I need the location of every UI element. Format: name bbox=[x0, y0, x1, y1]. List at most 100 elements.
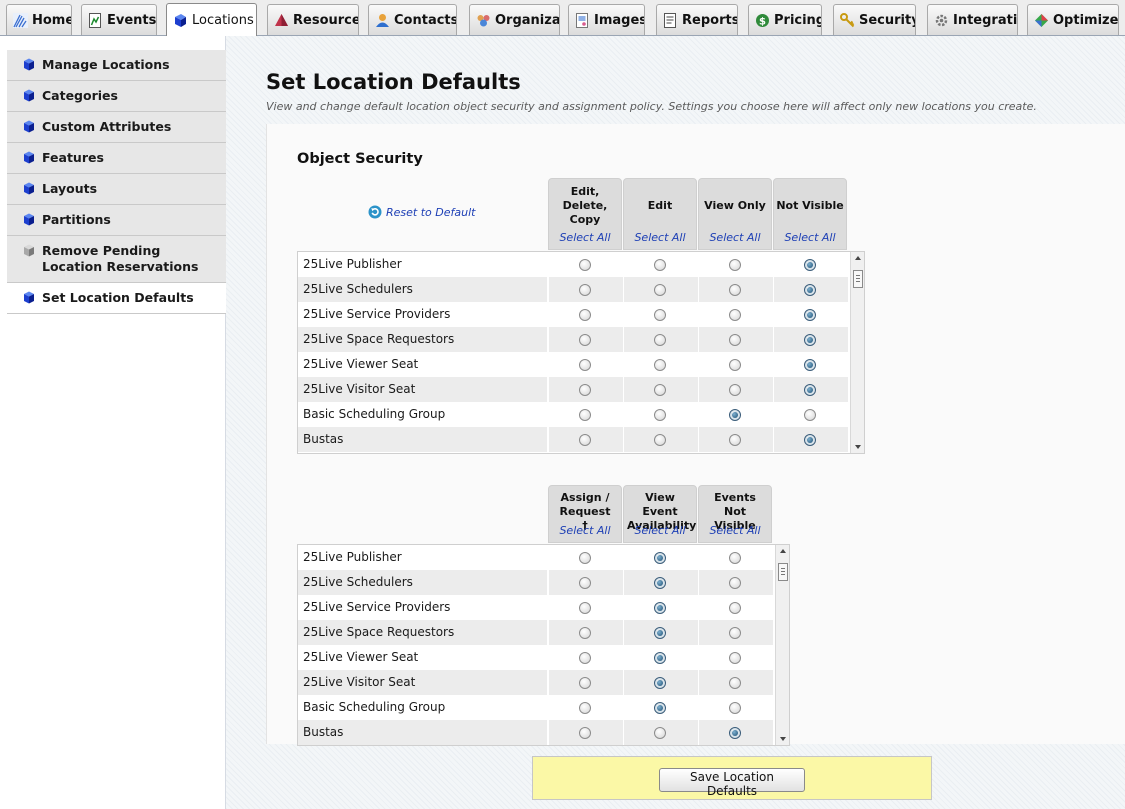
radio-edit[interactable] bbox=[654, 334, 666, 346]
radio-events-not-visible[interactable] bbox=[729, 727, 741, 739]
radio-edit-delete-copy[interactable] bbox=[579, 284, 591, 296]
radio-not-visible[interactable] bbox=[804, 359, 816, 371]
radio-view-event-availability[interactable] bbox=[654, 577, 666, 589]
radio-view-only[interactable] bbox=[729, 334, 741, 346]
sidebar-item-features[interactable]: Features bbox=[7, 143, 226, 174]
select-all-edit-delete-copy[interactable]: Select All bbox=[549, 231, 621, 244]
radio-events-not-visible[interactable] bbox=[729, 702, 741, 714]
radio-events-not-visible[interactable] bbox=[729, 627, 741, 639]
radio-not-visible[interactable] bbox=[804, 259, 816, 271]
cube-icon bbox=[24, 291, 34, 304]
radio-events-not-visible[interactable] bbox=[729, 652, 741, 664]
radio-edit[interactable] bbox=[654, 359, 666, 371]
tab-resources[interactable]: Resources bbox=[267, 4, 359, 35]
radio-view-only[interactable] bbox=[729, 384, 741, 396]
radio-assign-request[interactable] bbox=[579, 627, 591, 639]
radio-view-only[interactable] bbox=[729, 259, 741, 271]
radio-events-not-visible[interactable] bbox=[729, 552, 741, 564]
save-location-defaults-button[interactable]: Save Location Defaults bbox=[659, 768, 805, 798]
tab-events[interactable]: Events bbox=[81, 4, 157, 35]
scroll-down-arrow-icon[interactable] bbox=[780, 737, 786, 741]
sidebar-item-remove-pending-reservations[interactable]: Remove Pending Location Reservations bbox=[7, 236, 226, 283]
radio-not-visible[interactable] bbox=[804, 434, 816, 446]
scroll-down-arrow-icon[interactable] bbox=[855, 445, 861, 449]
radio-edit-delete-copy[interactable] bbox=[579, 434, 591, 446]
radio-assign-request[interactable] bbox=[579, 677, 591, 689]
radio-not-visible[interactable] bbox=[804, 409, 816, 421]
radio-edit-delete-copy[interactable] bbox=[579, 309, 591, 321]
object-security-scrollbar[interactable] bbox=[850, 252, 864, 453]
scroll-thumb[interactable] bbox=[853, 270, 863, 288]
radio-view-only[interactable] bbox=[729, 284, 741, 296]
col-assign-request: Assign / Request † Select All bbox=[548, 485, 622, 543]
tab-locations[interactable]: Locations bbox=[166, 3, 257, 36]
sidebar-item-layouts[interactable]: Layouts bbox=[7, 174, 226, 205]
radio-edit[interactable] bbox=[654, 284, 666, 296]
cube-icon bbox=[24, 213, 34, 226]
radio-events-not-visible[interactable] bbox=[729, 677, 741, 689]
radio-view-only[interactable] bbox=[729, 409, 741, 421]
select-all-events-not-visible[interactable]: Select All bbox=[699, 524, 771, 537]
radio-view-only[interactable] bbox=[729, 434, 741, 446]
tab-integration[interactable]: Integratio bbox=[927, 4, 1018, 35]
radio-edit[interactable] bbox=[654, 409, 666, 421]
radio-assign-request[interactable] bbox=[579, 702, 591, 714]
radio-not-visible[interactable] bbox=[804, 384, 816, 396]
select-all-assign-request[interactable]: Select All bbox=[549, 524, 621, 537]
radio-not-visible[interactable] bbox=[804, 309, 816, 321]
assignment-scrollbar[interactable] bbox=[775, 545, 789, 745]
radio-not-visible[interactable] bbox=[804, 284, 816, 296]
radio-events-not-visible[interactable] bbox=[729, 577, 741, 589]
sidebar-item-manage-locations[interactable]: Manage Locations bbox=[7, 50, 226, 81]
sidebar-item-partitions[interactable]: Partitions bbox=[7, 205, 226, 236]
tab-contacts[interactable]: Contacts bbox=[368, 4, 457, 35]
tab-images[interactable]: Images bbox=[568, 4, 645, 35]
tab-reports[interactable]: Reports bbox=[656, 4, 738, 35]
sidebar-item-set-location-defaults[interactable]: Set Location Defaults bbox=[7, 283, 226, 314]
radio-events-not-visible[interactable] bbox=[729, 602, 741, 614]
tab-organizations[interactable]: Organizati bbox=[469, 4, 560, 35]
radio-edit[interactable] bbox=[654, 259, 666, 271]
cube-icon bbox=[24, 58, 34, 71]
sidebar-item-custom-attributes[interactable]: Custom Attributes bbox=[7, 112, 226, 143]
radio-view-only[interactable] bbox=[729, 359, 741, 371]
radio-edit-delete-copy[interactable] bbox=[579, 384, 591, 396]
radio-assign-request[interactable] bbox=[579, 727, 591, 739]
radio-assign-request[interactable] bbox=[579, 577, 591, 589]
radio-assign-request[interactable] bbox=[579, 552, 591, 564]
tab-home[interactable]: Home bbox=[6, 4, 72, 35]
sidebar-item-categories[interactable]: Categories bbox=[7, 81, 226, 112]
select-all-edit[interactable]: Select All bbox=[624, 231, 696, 244]
radio-edit-delete-copy[interactable] bbox=[579, 359, 591, 371]
radio-assign-request[interactable] bbox=[579, 602, 591, 614]
tab-optimizer[interactable]: Optimizer bbox=[1027, 4, 1119, 35]
radio-view-event-availability[interactable] bbox=[654, 677, 666, 689]
scroll-up-arrow-icon[interactable] bbox=[780, 549, 786, 553]
radio-assign-request[interactable] bbox=[579, 652, 591, 664]
radio-edit[interactable] bbox=[654, 384, 666, 396]
page-title: Set Location Defaults bbox=[266, 70, 521, 94]
gray-cube-icon bbox=[24, 244, 34, 257]
scroll-up-arrow-icon[interactable] bbox=[855, 256, 861, 260]
radio-edit[interactable] bbox=[654, 309, 666, 321]
radio-edit-delete-copy[interactable] bbox=[579, 409, 591, 421]
tab-security[interactable]: Security bbox=[833, 4, 916, 35]
reset-to-default-link[interactable]: Reset to Default bbox=[368, 205, 475, 219]
radio-not-visible[interactable] bbox=[804, 334, 816, 346]
organizations-icon bbox=[477, 14, 490, 26]
select-all-not-visible[interactable]: Select All bbox=[774, 231, 846, 244]
radio-view-event-availability[interactable] bbox=[654, 652, 666, 664]
scroll-thumb[interactable] bbox=[778, 563, 788, 581]
radio-view-event-availability[interactable] bbox=[654, 702, 666, 714]
radio-edit-delete-copy[interactable] bbox=[579, 259, 591, 271]
tab-pricing[interactable]: $ Pricing bbox=[748, 4, 822, 35]
radio-edit-delete-copy[interactable] bbox=[579, 334, 591, 346]
radio-view-event-availability[interactable] bbox=[654, 602, 666, 614]
select-all-view-only[interactable]: Select All bbox=[699, 231, 771, 244]
radio-view-event-availability[interactable] bbox=[654, 552, 666, 564]
radio-view-only[interactable] bbox=[729, 309, 741, 321]
radio-edit[interactable] bbox=[654, 434, 666, 446]
radio-view-event-availability[interactable] bbox=[654, 627, 666, 639]
radio-view-event-availability[interactable] bbox=[654, 727, 666, 739]
select-all-view-event-availability[interactable]: Select All bbox=[624, 524, 696, 537]
